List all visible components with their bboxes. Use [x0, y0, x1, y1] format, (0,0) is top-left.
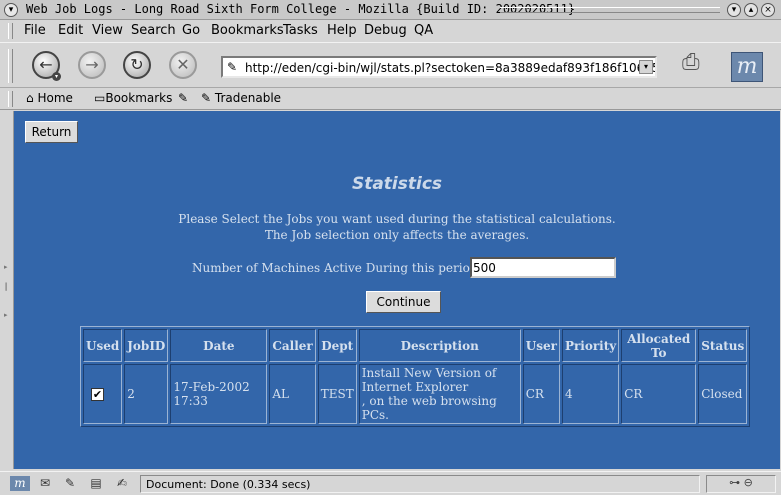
menu-go[interactable]: Go — [182, 23, 200, 38]
url-text[interactable]: http://eden/cgi-bin/wjl/stats.pl?sectoke… — [245, 61, 655, 75]
tradenable-label: Tradenable — [214, 91, 282, 105]
personal-toolbar: ⌂ Home ▭Bookmarks ✎ ✎ Tradenable — [0, 88, 781, 110]
folder-icon: ▭ — [94, 91, 106, 105]
continue-button[interactable]: Continue — [366, 291, 441, 313]
column-header-priority: Priority — [561, 329, 620, 362]
menu-help[interactable]: Help — [327, 23, 357, 38]
menu-qa[interactable]: QA — [414, 23, 433, 38]
used-cell: ✔ — [83, 364, 123, 424]
machines-active-input[interactable] — [470, 257, 616, 278]
print-icon[interactable]: ⎙ — [682, 50, 700, 75]
jobs-table: Used JobID Date Caller Dept Description … — [80, 326, 751, 427]
column-header-date: Date — [170, 329, 268, 362]
return-button[interactable]: Return — [25, 121, 78, 143]
home-icon: ⌂ — [26, 91, 34, 105]
minimize-icon[interactable]: ▾ — [727, 3, 741, 17]
titlebar-grip — [500, 7, 720, 13]
navigation-toolbar: ← ▾ → ↻ ✕ ✎ http://eden/cgi-bin/wjl/stat… — [0, 42, 781, 88]
bookmarks-label: Bookmarks — [105, 91, 173, 105]
window-menu-icon[interactable]: ▾ — [4, 3, 18, 17]
bookmark-separator-icon: ✎ — [178, 91, 189, 105]
table-header-row: Used JobID Date Caller Dept Description … — [83, 329, 748, 362]
instruction-line-1: Please Select the Jobs you want used dur… — [178, 212, 616, 226]
page-title: Statistics — [351, 174, 443, 194]
menu-tasks[interactable]: Tasks — [283, 23, 318, 38]
splitter-arrow-icon: ▸ — [4, 311, 8, 319]
machines-active-label: Number of Machines Active During this pe… — [192, 261, 486, 275]
back-dropdown-icon[interactable]: ▾ — [52, 72, 61, 81]
stop-icon: ✕ — [176, 55, 190, 74]
instruction-line-2: The Job selection only affects the avera… — [264, 228, 530, 242]
maximize-icon[interactable]: ▴ — [744, 3, 758, 17]
column-header-jobid: JobID — [124, 329, 169, 362]
description-line-1: Install New Version of — [361, 366, 497, 380]
allocated-to-cell: CR — [621, 364, 697, 424]
splitter-grip-icon: ┃ — [4, 283, 9, 291]
jobid-cell: 2 — [124, 364, 169, 424]
composer-icon[interactable]: ✎ — [60, 476, 80, 491]
menubar-grip[interactable] — [8, 23, 13, 39]
window-title: Web Job Logs - Long Road Sixth Form Coll… — [26, 2, 576, 16]
navigator-icon[interactable]: m — [10, 476, 30, 491]
address-book-icon[interactable]: ▤ — [86, 476, 106, 491]
url-history-dropdown-icon[interactable]: ▾ — [639, 60, 653, 74]
user-cell: CR — [522, 364, 560, 424]
online-status-icon[interactable]: ⊶ ⊖ — [706, 475, 776, 493]
bookmark-icon: ✎ — [201, 91, 212, 105]
menu-view[interactable]: View — [92, 23, 123, 38]
menu-search[interactable]: Search — [131, 23, 176, 38]
url-bar[interactable]: ✎ http://eden/cgi-bin/wjl/stats.pl?secto… — [221, 56, 657, 78]
splitter-arrow-icon: ▸ — [4, 263, 8, 271]
status-cell: Closed — [698, 364, 748, 424]
description-line-3: , on the web browsing PCs. — [361, 394, 497, 422]
back-arrow-icon: ← — [39, 55, 53, 74]
sidebar-splitter[interactable]: ▸ ┃ ▸ — [0, 111, 14, 469]
menu-edit[interactable]: Edit — [58, 23, 83, 38]
home-label: Home — [37, 91, 73, 105]
page-proxy-icon[interactable]: ✎ — [227, 60, 237, 74]
column-header-dept: Dept — [317, 329, 357, 362]
navbar-grip[interactable] — [8, 49, 13, 83]
date-cell: 17-Feb-2002 17:33 — [170, 364, 268, 424]
page-content: Return Statistics Please Select the Jobs… — [14, 111, 780, 469]
time-line: 17:33 — [173, 394, 208, 408]
stop-button[interactable]: ✕ — [169, 51, 197, 79]
caller-cell: AL — [269, 364, 316, 424]
home-button[interactable]: ⌂ Home — [26, 91, 73, 105]
reload-button[interactable]: ↻ — [123, 51, 151, 79]
menu-file[interactable]: File — [24, 23, 46, 38]
chat-icon[interactable]: ✍ — [112, 476, 132, 491]
used-checkbox[interactable]: ✔ — [91, 388, 104, 401]
status-bar: m ✉ ✎ ▤ ✍ Document: Done (0.334 secs) ⊶ … — [0, 471, 781, 495]
menu-debug[interactable]: Debug — [364, 23, 407, 38]
mail-icon[interactable]: ✉ — [35, 476, 55, 491]
window-titlebar: ▾ Web Job Logs - Long Road Sixth Form Co… — [0, 0, 781, 20]
column-header-used: Used — [83, 329, 123, 362]
forward-button[interactable]: → — [78, 51, 106, 79]
column-header-user: User — [522, 329, 560, 362]
column-header-status: Status — [698, 329, 748, 362]
description-cell: Install New Version of Internet Explorer… — [358, 364, 521, 424]
menu-bar: File Edit View Search Go Bookmarks Tasks… — [0, 20, 781, 42]
column-header-description: Description — [358, 329, 521, 362]
table-row: ✔ 2 17-Feb-2002 17:33 AL TEST Install Ne… — [83, 364, 748, 424]
close-icon[interactable]: × — [761, 3, 775, 17]
status-text: Document: Done (0.334 secs) — [140, 475, 700, 493]
column-header-allocated-to: Allocated To — [621, 329, 697, 362]
bookmarks-button[interactable]: ▭Bookmarks — [94, 91, 172, 105]
date-line: 17-Feb-2002 — [173, 380, 250, 394]
priority-cell: 4 — [561, 364, 620, 424]
reload-icon: ↻ — [130, 55, 144, 74]
dept-cell: TEST — [317, 364, 357, 424]
column-header-caller: Caller — [269, 329, 316, 362]
description-line-2: Internet Explorer — [361, 380, 469, 394]
forward-arrow-icon: → — [85, 55, 99, 74]
menu-bookmarks[interactable]: Bookmarks — [211, 23, 284, 38]
mozilla-throbber-logo[interactable]: m — [731, 52, 763, 82]
personal-toolbar-grip[interactable] — [8, 91, 13, 107]
back-button[interactable]: ← ▾ — [32, 51, 61, 81]
tradenable-bookmark[interactable]: ✎ Tradenable — [201, 91, 281, 105]
